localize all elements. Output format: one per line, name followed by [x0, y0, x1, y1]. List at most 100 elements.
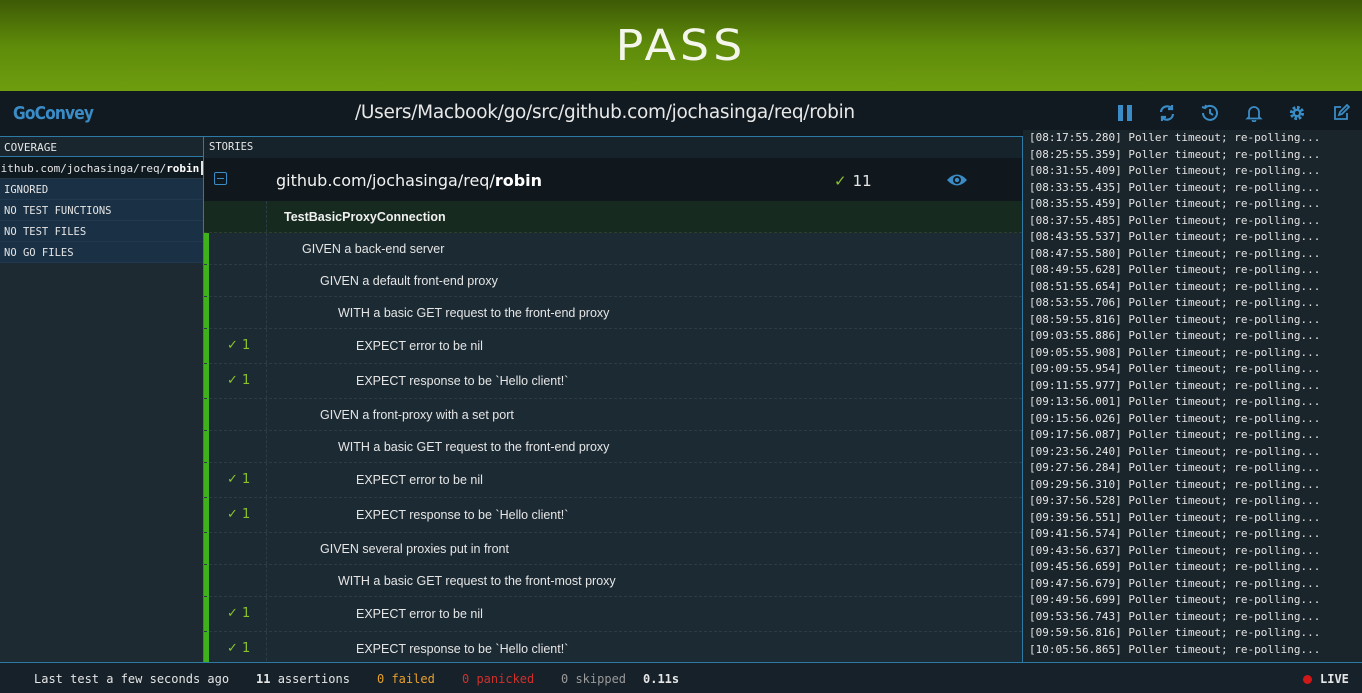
- status-cell: [209, 431, 267, 462]
- log-line: [09:09:55.954] Poller timeout; re-pollin…: [1029, 362, 1321, 375]
- coverage-item-no-test-functions[interactable]: NO TEST FUNCTIONS: [0, 200, 203, 221]
- assertions-count: 11 assertions: [256, 672, 350, 686]
- story-text: EXPECT error to be nil: [356, 473, 483, 487]
- log-line: [09:23:56.240] Poller timeout; re-pollin…: [1029, 444, 1321, 458]
- assertion-row: ✓ 1 EXPECT response to be `Hello client!`: [204, 498, 1022, 533]
- collapse-toggle-icon[interactable]: [214, 172, 227, 185]
- log-line: [09:05:55.908] Poller timeout; re-pollin…: [1029, 345, 1321, 359]
- test-function-name: TestBasicProxyConnection: [284, 210, 446, 224]
- log-line: [10:05:56.865] Poller timeout; re-pollin…: [1029, 642, 1321, 656]
- pause-icon[interactable]: [1115, 103, 1135, 123]
- status-footer: Last test a few seconds ago 11 assertion…: [0, 662, 1362, 693]
- last-test-time: Last test a few seconds ago: [34, 672, 230, 686]
- failed-count: 0 failed: [377, 672, 435, 686]
- eye-icon[interactable]: [946, 172, 968, 188]
- package-short-name: robin: [494, 171, 543, 190]
- status-cell: [209, 565, 267, 596]
- story-row: WITH a basic GET request to the front-en…: [204, 297, 1022, 329]
- log-line: [09:15:56.026] Poller timeout; re-pollin…: [1029, 411, 1321, 425]
- status-cell: ✓ 1: [209, 364, 267, 398]
- log-line: [08:43:55.537] Poller timeout; re-pollin…: [1029, 230, 1321, 243]
- log-line: [09:27:56.284] Poller timeout; re-pollin…: [1029, 461, 1321, 474]
- log-line: [09:59:56.816] Poller timeout; re-pollin…: [1029, 626, 1321, 639]
- log-line: [09:43:56.637] Poller timeout; re-pollin…: [1029, 543, 1321, 557]
- log-line: [08:53:55.706] Poller timeout; re-pollin…: [1029, 296, 1321, 309]
- log-line: [08:59:55.816] Poller timeout; re-pollin…: [1029, 312, 1321, 326]
- stories-panel: STORIES github.com/jochasinga/req/robin …: [203, 137, 1023, 662]
- story-text: EXPECT response to be `Hello client!`: [356, 642, 569, 656]
- log-panel: [08:17:55.280] Poller timeout; re-pollin…: [1023, 130, 1362, 662]
- log-line: [08:49:55.628] Poller timeout; re-pollin…: [1029, 263, 1321, 276]
- refresh-icon[interactable]: [1157, 103, 1177, 123]
- coverage-item-ignored[interactable]: IGNORED: [0, 179, 203, 200]
- status-cell: [209, 233, 267, 264]
- story-text: GIVEN a back-end server: [302, 242, 445, 256]
- log-line: [09:49:56.699] Poller timeout; re-pollin…: [1029, 593, 1321, 606]
- log-line: [08:31:55.409] Poller timeout; re-pollin…: [1029, 164, 1321, 177]
- story-text: WITH a basic GET request to the front-mo…: [338, 574, 616, 588]
- log-line: [09:37:56.528] Poller timeout; re-pollin…: [1029, 494, 1321, 507]
- story-row: GIVEN a back-end server: [204, 233, 1022, 265]
- log-line: [09:29:56.310] Poller timeout; re-pollin…: [1029, 477, 1321, 491]
- status-text: PASS: [615, 20, 747, 70]
- assertion-row: ✓ 1 EXPECT error to be nil: [204, 463, 1022, 498]
- edit-icon[interactable]: [1331, 103, 1351, 123]
- live-label[interactable]: LIVE: [1320, 672, 1349, 686]
- coverage-item-no-test-files[interactable]: NO TEST FILES: [0, 221, 203, 242]
- package-prefix: github.com/jochasinga/req/: [276, 171, 495, 190]
- package-row: github.com/jochasinga/req/robin ✓ 11: [204, 158, 1022, 201]
- coverage-item-no-go-files[interactable]: NO GO FILES: [0, 242, 203, 263]
- status-cell: [209, 399, 267, 430]
- assertion-row: ✓ 1 EXPECT error to be nil: [204, 329, 1022, 364]
- assertion-row: ✓ 1 EXPECT error to be nil: [204, 597, 1022, 632]
- story-row: WITH a basic GET request to the front-mo…: [204, 565, 1022, 597]
- story-text: EXPECT response to be `Hello client!`: [356, 374, 569, 388]
- log-line: [09:45:56.659] Poller timeout; re-pollin…: [1029, 560, 1321, 573]
- status-cell: [209, 201, 267, 232]
- test-function-row: TestBasicProxyConnection: [204, 201, 1022, 233]
- coverage-package-link[interactable]: github.com/jochasinga/req/robin: [0, 157, 203, 179]
- check-icon: ✓: [834, 172, 847, 190]
- log-line: [08:17:55.280] Poller timeout; re-pollin…: [1029, 131, 1321, 144]
- package-name[interactable]: github.com/jochasinga/req/robin: [276, 171, 542, 190]
- log-line: [08:35:55.459] Poller timeout; re-pollin…: [1029, 197, 1321, 210]
- log-line: [08:37:55.485] Poller timeout; re-pollin…: [1029, 213, 1321, 227]
- status-cell: ✓ 1: [209, 597, 267, 631]
- story-text: WITH a basic GET request to the front-en…: [338, 440, 610, 454]
- gear-icon[interactable]: [1287, 103, 1307, 123]
- assertions-number: 11: [256, 672, 271, 686]
- log-line: [09:03:55.886] Poller timeout; re-pollin…: [1029, 329, 1321, 342]
- story-row: GIVEN a default front-end proxy: [204, 265, 1022, 297]
- log-line: [09:47:56.679] Poller timeout; re-pollin…: [1029, 576, 1321, 590]
- status-cell: [209, 265, 267, 296]
- log-line: [09:13:56.001] Poller timeout; re-pollin…: [1029, 395, 1321, 408]
- story-text: EXPECT response to be `Hello client!`: [356, 508, 569, 522]
- status-cell: ✓ 1: [209, 463, 267, 497]
- coverage-package-name: robin: [166, 162, 200, 175]
- status-banner: PASS: [0, 0, 1362, 91]
- live-indicator-icon: [1303, 675, 1312, 684]
- status-cell: [209, 533, 267, 564]
- log-line: [08:51:55.654] Poller timeout; re-pollin…: [1029, 279, 1321, 293]
- logo[interactable]: GoConvey: [13, 103, 94, 124]
- log-line: [09:53:56.743] Poller timeout; re-pollin…: [1029, 609, 1321, 623]
- story-row: GIVEN a front-proxy with a set port: [204, 399, 1022, 431]
- log-line: [09:11:55.977] Poller timeout; re-pollin…: [1029, 378, 1321, 392]
- bell-icon[interactable]: [1244, 103, 1264, 123]
- watched-path[interactable]: /Users/Macbook/go/src/github.com/jochasi…: [355, 102, 855, 123]
- story-text: WITH a basic GET request to the front-en…: [338, 306, 610, 320]
- story-text: GIVEN several proxies put in front: [320, 542, 509, 556]
- status-cell: ✓ 1: [209, 329, 267, 363]
- status-cell: [209, 297, 267, 328]
- coverage-panel: COVERAGE github.com/jochasinga/req/robin…: [0, 137, 203, 662]
- story-text: EXPECT error to be nil: [356, 607, 483, 621]
- log-line: [09:41:56.574] Poller timeout; re-pollin…: [1029, 527, 1321, 540]
- story-row: GIVEN several proxies put in front: [204, 533, 1022, 565]
- status-cell: ✓ 1: [209, 498, 267, 532]
- story-row: WITH a basic GET request to the front-en…: [204, 431, 1022, 463]
- package-assertion-count: ✓ 11: [834, 172, 872, 190]
- story-text: EXPECT error to be nil: [356, 339, 483, 353]
- history-icon[interactable]: [1200, 103, 1220, 123]
- panicked-count: 0 panicked: [462, 672, 535, 686]
- stories-header: STORIES: [204, 137, 1022, 158]
